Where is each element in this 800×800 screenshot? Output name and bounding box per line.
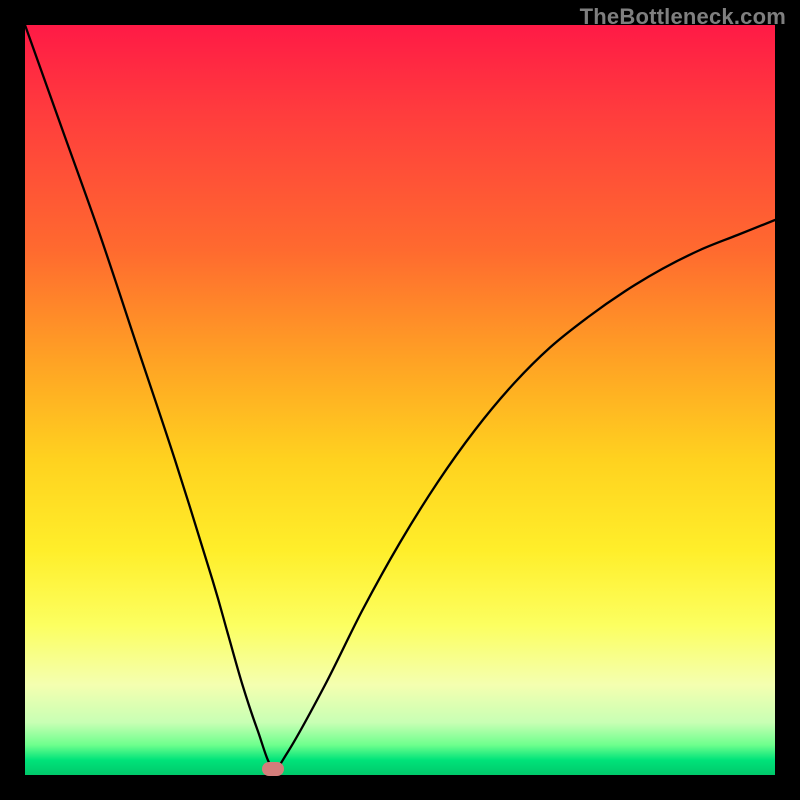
watermark-text: TheBottleneck.com [580,4,786,30]
bottleneck-curve [25,25,775,775]
chart-frame: TheBottleneck.com [0,0,800,800]
plot-area [25,25,775,775]
optimum-marker [262,762,284,776]
